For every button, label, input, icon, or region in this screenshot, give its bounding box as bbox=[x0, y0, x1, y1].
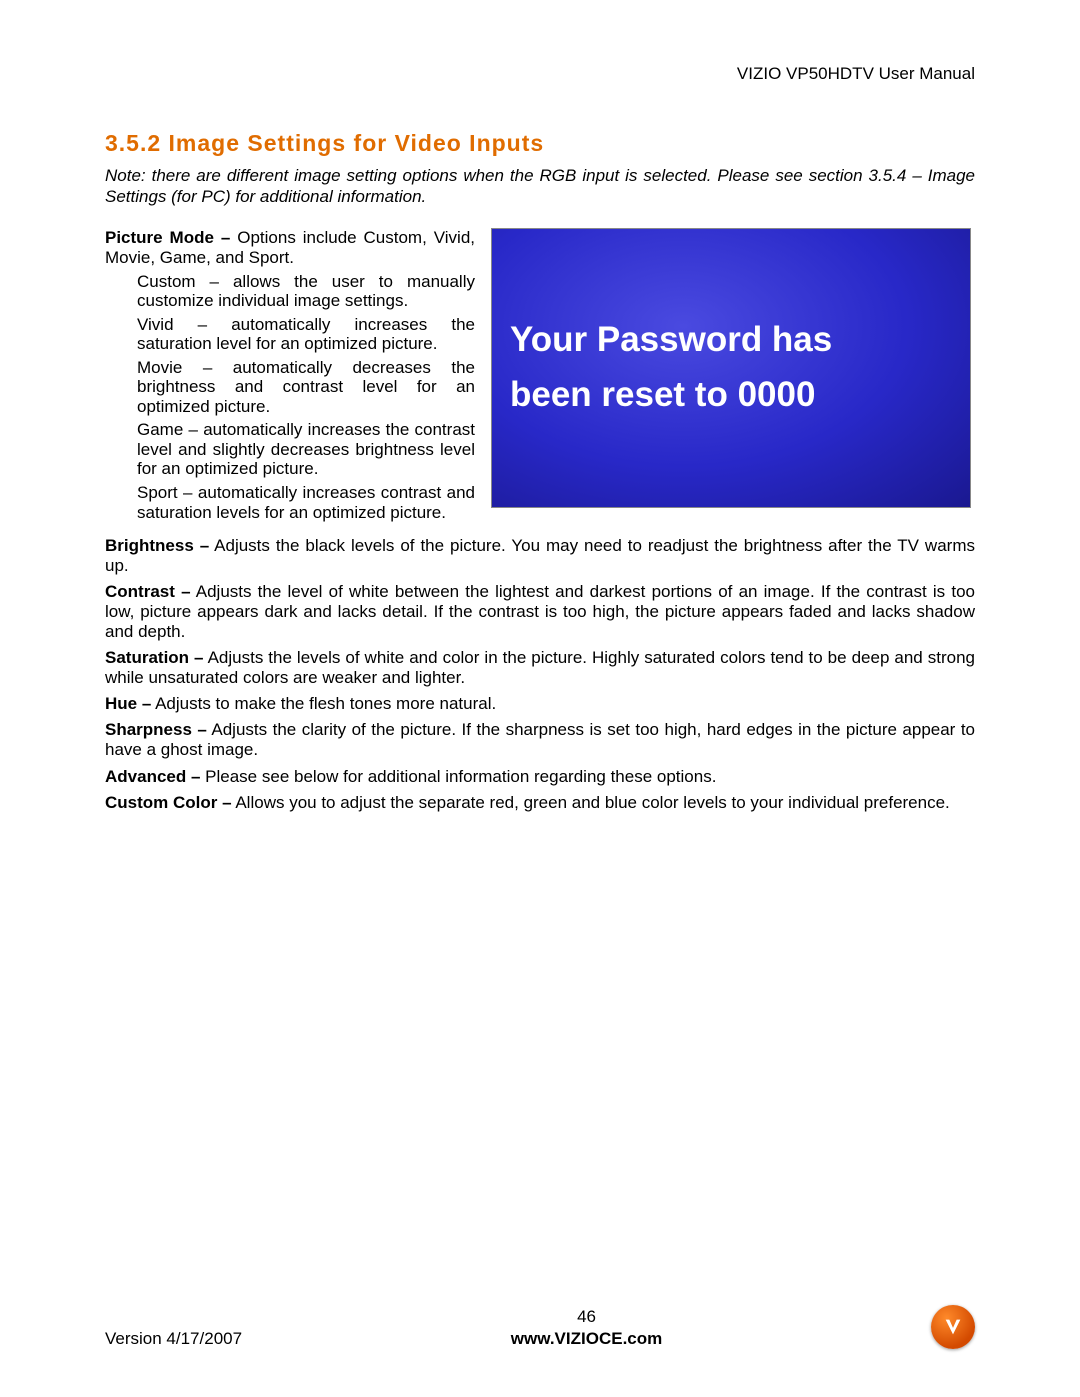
v-icon bbox=[942, 1316, 964, 1338]
para-label: Brightness – bbox=[105, 536, 209, 555]
para-text: Adjusts the level of white between the l… bbox=[105, 582, 975, 641]
para-label: Saturation – bbox=[105, 648, 204, 667]
para-label: Hue – bbox=[105, 694, 151, 713]
vizio-logo-icon bbox=[931, 1305, 975, 1349]
para-label: Advanced – bbox=[105, 767, 200, 786]
page-footer: Version 4/17/2007 46 www.VIZIOCE.com bbox=[105, 1305, 975, 1349]
two-column-block: Picture Mode – Options include Custom, V… bbox=[105, 228, 975, 527]
tv-line-1: Your Password has bbox=[510, 320, 832, 359]
paragraph-advanced: Advanced – Please see below for addition… bbox=[105, 767, 975, 787]
tv-screenshot-text: Your Password has been reset to 0000 bbox=[510, 313, 832, 422]
para-label: Custom Color – bbox=[105, 793, 232, 812]
paragraph-saturation: Saturation – Adjusts the levels of white… bbox=[105, 648, 975, 688]
footer-version: Version 4/17/2007 bbox=[105, 1329, 242, 1349]
tv-line-2: been reset to 0000 bbox=[510, 375, 815, 414]
para-text: Adjusts the black levels of the picture.… bbox=[105, 536, 975, 575]
picture-mode-label: Picture Mode – bbox=[105, 228, 230, 247]
screenshot-block: Your Password has been reset to 0000 bbox=[491, 228, 975, 508]
section-number: 3.5.2 bbox=[105, 130, 161, 156]
paragraph-contrast: Contrast – Adjusts the level of white be… bbox=[105, 582, 975, 642]
para-text: Adjusts the clarity of the picture. If t… bbox=[105, 720, 975, 759]
para-label: Contrast – bbox=[105, 582, 191, 601]
section-heading: 3.5.2 Image Settings for Video Inputs bbox=[105, 130, 975, 157]
section-title-text: Image Settings for Video Inputs bbox=[169, 130, 545, 156]
manual-page: VIZIO VP50HDTV User Manual 3.5.2 Image S… bbox=[0, 0, 1080, 1397]
para-text: Adjusts the levels of white and color in… bbox=[105, 648, 975, 687]
page-header-title: VIZIO VP50HDTV User Manual bbox=[105, 64, 975, 84]
footer-page-number: 46 bbox=[242, 1307, 931, 1327]
list-item: Sport – automatically increases contrast… bbox=[137, 483, 475, 522]
footer-url: www.VIZIOCE.com bbox=[242, 1329, 931, 1349]
picture-mode-list: Custom – allows the user to manually cus… bbox=[105, 272, 475, 523]
paragraph-hue: Hue – Adjusts to make the flesh tones mo… bbox=[105, 694, 975, 714]
list-item: Movie – automatically decreases the brig… bbox=[137, 358, 475, 417]
footer-center: 46 www.VIZIOCE.com bbox=[242, 1307, 931, 1349]
para-text: Allows you to adjust the separate red, g… bbox=[232, 793, 950, 812]
list-item: Game – automatically increases the contr… bbox=[137, 420, 475, 479]
section-note: Note: there are different image setting … bbox=[105, 165, 975, 208]
tv-screenshot: Your Password has been reset to 0000 bbox=[491, 228, 971, 508]
picture-mode-block: Picture Mode – Options include Custom, V… bbox=[105, 228, 475, 527]
list-item: Custom – allows the user to manually cus… bbox=[137, 272, 475, 311]
paragraph-brightness: Brightness – Adjusts the black levels of… bbox=[105, 536, 975, 576]
para-label: Sharpness – bbox=[105, 720, 207, 739]
para-text: Please see below for additional informat… bbox=[200, 767, 716, 786]
paragraph-sharpness: Sharpness – Adjusts the clarity of the p… bbox=[105, 720, 975, 760]
para-text: Adjusts to make the flesh tones more nat… bbox=[151, 694, 496, 713]
list-item: Vivid – automatically increases the satu… bbox=[137, 315, 475, 354]
paragraph-custom-color: Custom Color – Allows you to adjust the … bbox=[105, 793, 975, 813]
picture-mode-intro: Picture Mode – Options include Custom, V… bbox=[105, 228, 475, 268]
